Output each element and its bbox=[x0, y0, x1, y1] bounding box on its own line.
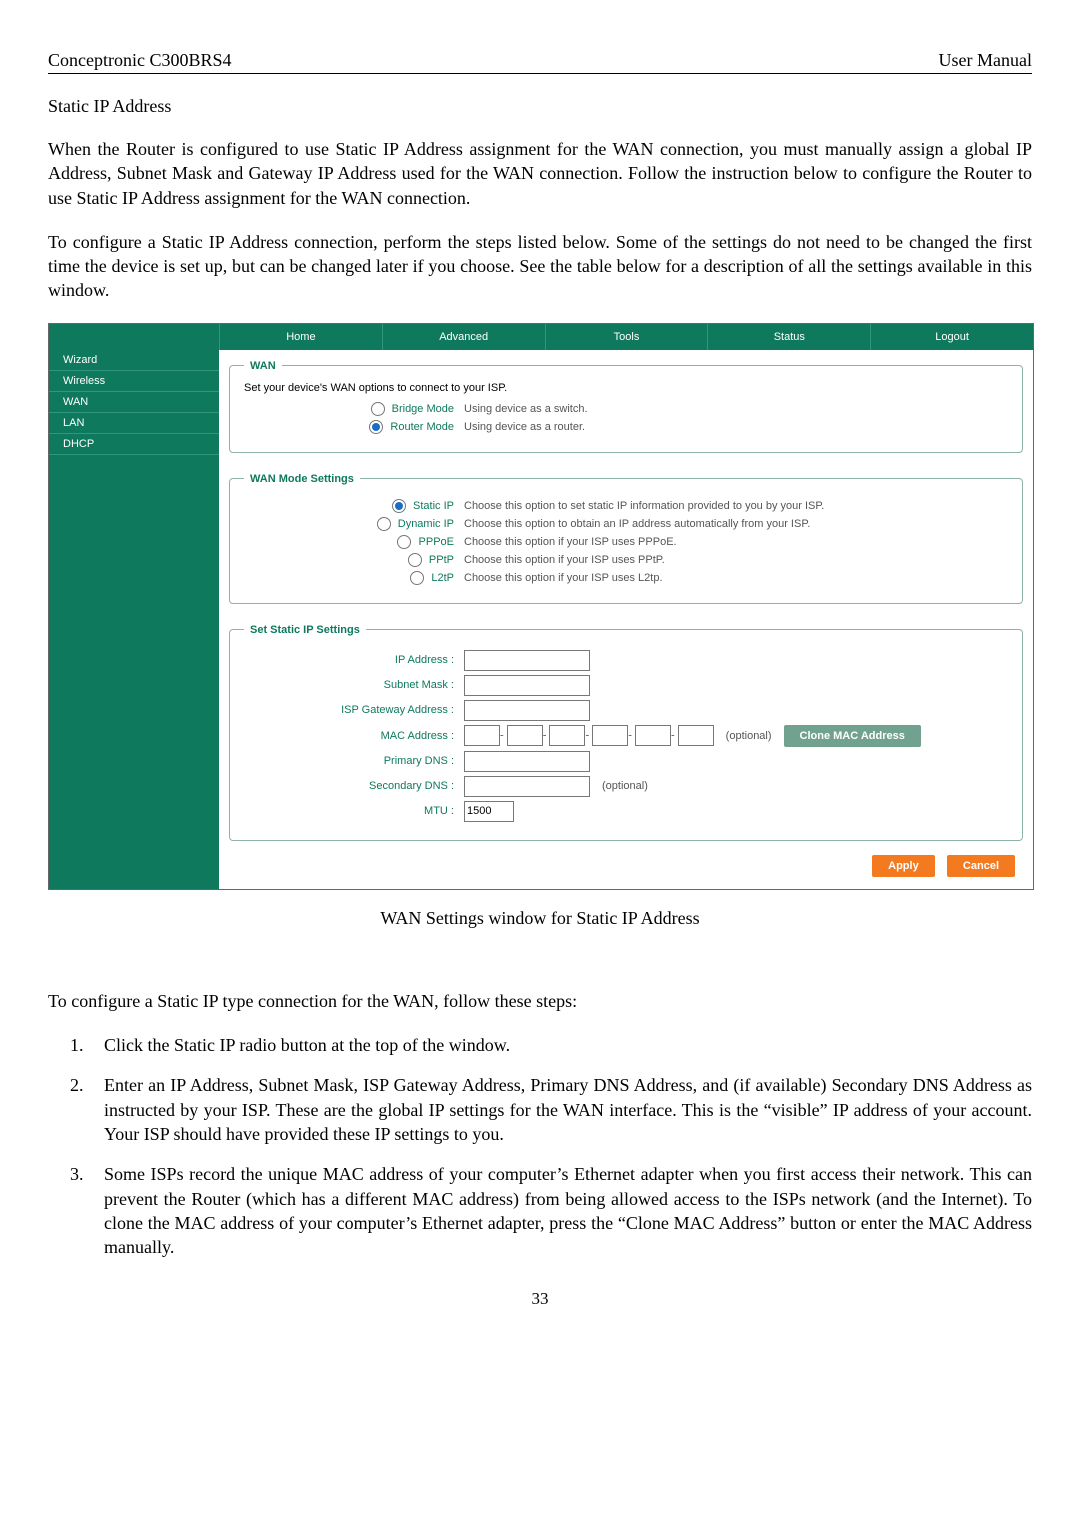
pptp-desc: Choose this option if your ISP uses PPtP… bbox=[464, 554, 665, 566]
main-area: Home Advanced Tools Status Logout WAN Se… bbox=[219, 324, 1033, 889]
wan-note: Set your device's WAN options to connect… bbox=[244, 382, 1008, 394]
mac-input-group: - - - - - bbox=[464, 725, 714, 746]
dynamic-ip-radio[interactable] bbox=[377, 517, 391, 531]
topbar: Home Advanced Tools Status Logout bbox=[219, 324, 1033, 350]
tab-tools[interactable]: Tools bbox=[545, 324, 708, 350]
secondary-dns-input[interactable] bbox=[464, 776, 590, 797]
l2tp-desc: Choose this option if your ISP uses L2tp… bbox=[464, 572, 663, 584]
steps-intro: To configure a Static IP type connection… bbox=[48, 989, 1032, 1013]
tab-advanced[interactable]: Advanced bbox=[382, 324, 545, 350]
cancel-button[interactable]: Cancel bbox=[947, 855, 1015, 877]
dynamic-ip-label: Dynamic IP bbox=[398, 518, 454, 530]
subnet-input[interactable] bbox=[464, 675, 590, 696]
pppoe-desc: Choose this option if your ISP uses PPPo… bbox=[464, 536, 677, 548]
static-ip-legend: Set Static IP Settings bbox=[244, 624, 366, 636]
section-title: Static IP Address bbox=[48, 96, 1032, 117]
sidebar-item-wizard[interactable]: Wizard bbox=[49, 350, 219, 371]
mtu-input[interactable] bbox=[464, 801, 514, 822]
static-ip-fieldset: Set Static IP Settings IP Address : Subn… bbox=[229, 624, 1023, 841]
static-ip-radio[interactable] bbox=[392, 499, 406, 513]
mac-oct-5[interactable] bbox=[635, 725, 671, 746]
secondary-dns-optional: (optional) bbox=[602, 780, 648, 792]
sidebar-item-dhcp[interactable]: DHCP bbox=[49, 434, 219, 455]
step-3: Some ISPs record the unique MAC address … bbox=[88, 1162, 1032, 1259]
button-row: Apply Cancel bbox=[219, 851, 1033, 889]
sidebar-item-lan[interactable]: LAN bbox=[49, 413, 219, 434]
mac-oct-3[interactable] bbox=[549, 725, 585, 746]
ip-address-label: IP Address : bbox=[244, 654, 464, 666]
mtu-label: MTU : bbox=[244, 805, 464, 817]
clone-mac-button[interactable]: Clone MAC Address bbox=[784, 725, 921, 747]
wan-mode-legend: WAN Mode Settings bbox=[244, 473, 360, 485]
gateway-input[interactable] bbox=[464, 700, 590, 721]
page-header: Conceptronic C300BRS4 User Manual bbox=[48, 50, 1032, 74]
step-1: Click the Static IP radio button at the … bbox=[88, 1033, 1032, 1057]
tab-logout[interactable]: Logout bbox=[870, 324, 1033, 350]
tab-home[interactable]: Home bbox=[219, 324, 382, 350]
ip-address-input[interactable] bbox=[464, 650, 590, 671]
mac-oct-2[interactable] bbox=[507, 725, 543, 746]
dynamic-ip-desc: Choose this option to obtain an IP addre… bbox=[464, 518, 810, 530]
router-ui-screenshot: Wizard Wireless WAN LAN DHCP Home Advanc… bbox=[48, 323, 1034, 890]
apply-button[interactable]: Apply bbox=[872, 855, 935, 877]
router-mode-desc: Using device as a router. bbox=[464, 421, 585, 433]
router-mode-label: Router Mode bbox=[390, 421, 454, 433]
page-number: 33 bbox=[48, 1289, 1032, 1309]
gateway-label: ISP Gateway Address : bbox=[244, 704, 464, 716]
primary-dns-label: Primary DNS : bbox=[244, 755, 464, 767]
mac-oct-6[interactable] bbox=[678, 725, 714, 746]
intro-para-2: To configure a Static IP Address connect… bbox=[48, 230, 1032, 303]
steps-list: Click the Static IP radio button at the … bbox=[48, 1033, 1032, 1259]
bridge-mode-desc: Using device as a switch. bbox=[464, 403, 588, 415]
sidebar: Wizard Wireless WAN LAN DHCP bbox=[49, 324, 219, 889]
pppoe-label: PPPoE bbox=[419, 536, 454, 548]
pptp-radio[interactable] bbox=[408, 553, 422, 567]
wan-fieldset: WAN Set your device's WAN options to con… bbox=[229, 360, 1023, 453]
router-mode-radio[interactable] bbox=[369, 420, 383, 434]
mac-optional: (optional) bbox=[726, 730, 772, 742]
subnet-label: Subnet Mask : bbox=[244, 679, 464, 691]
wan-mode-fieldset: WAN Mode Settings Static IP Choose this … bbox=[229, 473, 1023, 604]
l2tp-radio[interactable] bbox=[410, 571, 424, 585]
wan-legend: WAN bbox=[244, 360, 282, 372]
bridge-mode-label: Bridge Mode bbox=[392, 403, 454, 415]
figure-caption: WAN Settings window for Static IP Addres… bbox=[48, 908, 1032, 929]
step-2: Enter an IP Address, Subnet Mask, ISP Ga… bbox=[88, 1073, 1032, 1146]
static-ip-label: Static IP bbox=[413, 500, 454, 512]
l2tp-label: L2tP bbox=[431, 572, 454, 584]
mac-oct-1[interactable] bbox=[464, 725, 500, 746]
static-ip-desc: Choose this option to set static IP info… bbox=[464, 500, 824, 512]
intro-para-1: When the Router is configured to use Sta… bbox=[48, 137, 1032, 210]
pptp-label: PPtP bbox=[429, 554, 454, 566]
sidebar-item-wireless[interactable]: Wireless bbox=[49, 371, 219, 392]
mac-oct-4[interactable] bbox=[592, 725, 628, 746]
pppoe-radio[interactable] bbox=[397, 535, 411, 549]
sidebar-item-wan[interactable]: WAN bbox=[49, 392, 219, 413]
mac-label: MAC Address : bbox=[244, 730, 464, 742]
secondary-dns-label: Secondary DNS : bbox=[244, 780, 464, 792]
header-left: Conceptronic C300BRS4 bbox=[48, 50, 232, 71]
header-right: User Manual bbox=[939, 50, 1032, 71]
bridge-mode-radio[interactable] bbox=[371, 402, 385, 416]
primary-dns-input[interactable] bbox=[464, 751, 590, 772]
tab-status[interactable]: Status bbox=[707, 324, 870, 350]
